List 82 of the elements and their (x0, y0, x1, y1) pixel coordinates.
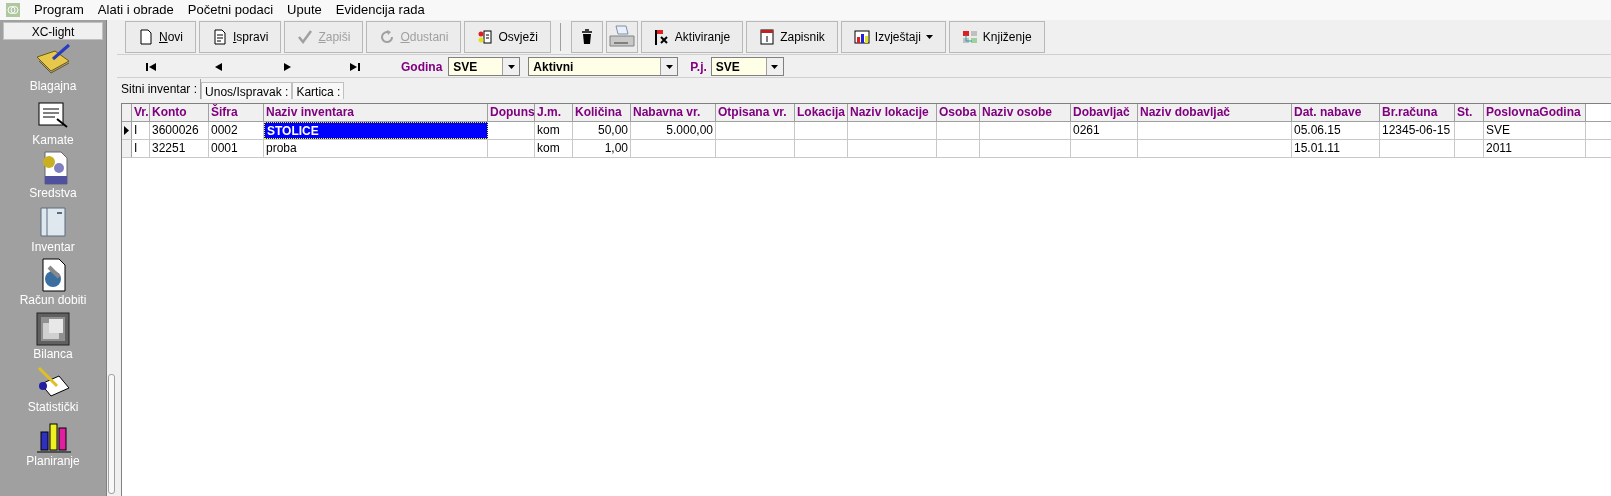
column-header[interactable]: Konto (150, 104, 209, 121)
column-header[interactable]: Otpisana vr. (716, 104, 795, 121)
sidebar-title: XC-light (3, 22, 103, 40)
app-logo-icon (6, 3, 20, 17)
activate-button[interactable]: Aktiviranje (640, 21, 744, 53)
page-icon (138, 29, 154, 45)
column-header[interactable]: Lokacija (795, 104, 848, 121)
menu-item[interactable]: Evidencija rada (335, 0, 425, 20)
table-cell: 05.06.15 (1292, 122, 1380, 139)
table-cell: STOLICE (264, 122, 488, 139)
table-cell: SVE (1484, 122, 1586, 139)
column-header[interactable]: Naziv osobe (980, 104, 1071, 121)
column-header[interactable]: Šifra (209, 104, 264, 121)
current-row-icon (124, 126, 129, 135)
document-icon (212, 29, 228, 45)
calendar-icon (759, 29, 776, 45)
table-cell: I (132, 122, 150, 139)
table-cell: 3600026 (150, 122, 209, 139)
table-cell: 2011 (1484, 140, 1586, 157)
column-header[interactable]: Osoba (937, 104, 980, 121)
table-cell: 0001 (209, 140, 264, 157)
table-cell: kom (535, 122, 573, 139)
column-header[interactable]: Naziv inventara (264, 104, 488, 121)
column-header[interactable]: St. (1455, 104, 1484, 121)
menu-item[interactable]: Program (34, 0, 84, 20)
column-header[interactable]: Vr. (132, 104, 150, 121)
chart-icon (853, 29, 870, 45)
column-header[interactable]: PoslovnaGodina (1484, 104, 1586, 121)
dropdown-arrow-icon (507, 64, 515, 69)
unit-label: P.j. (690, 58, 707, 76)
column-header[interactable]: Nabavna vr. (631, 104, 716, 121)
undo-icon (379, 29, 396, 45)
status-select[interactable]: Aktivni (528, 57, 679, 76)
previous-icon (214, 62, 224, 71)
column-header[interactable]: Količina (573, 104, 631, 121)
column-header[interactable]: Naziv lokacije (848, 104, 937, 121)
reports-button[interactable]: Izvještaji (840, 21, 946, 53)
table-cell: proba (264, 140, 488, 157)
refresh-icon (477, 29, 494, 45)
dropdown-arrow-icon (771, 64, 779, 69)
scrollbar-thumb[interactable] (108, 374, 115, 494)
table-cell: 32251 (150, 140, 209, 157)
column-header[interactable]: Dobavljač (1071, 104, 1138, 121)
table-cell: kom (535, 140, 573, 157)
menu-item[interactable]: Početni podaci (187, 0, 274, 20)
dropdown-arrow-icon (665, 64, 673, 69)
table-cell: 0261 (1071, 122, 1138, 139)
table-cell: 1,00 (573, 140, 631, 157)
last-record-icon (350, 62, 360, 71)
row-selector[interactable] (122, 122, 132, 139)
year-label: Godina (401, 58, 443, 76)
unit-select[interactable]: SVE (710, 57, 784, 76)
table-cell: 12345-06-15 (1380, 122, 1455, 139)
column-header[interactable]: Naziv dobavljač (1138, 104, 1292, 121)
caret-icon (925, 35, 933, 39)
tab[interactable]: Unos/Ispravak : (201, 82, 293, 99)
menu-item[interactable]: Upute (287, 0, 322, 20)
trash-button[interactable] (570, 21, 603, 53)
table-cell: 15.01.11 (1292, 140, 1380, 157)
printer-icon (607, 24, 636, 50)
table-cell: 50,00 (573, 122, 631, 139)
ledger-icon (961, 29, 978, 45)
booking-button[interactable]: Knjiženje (948, 21, 1045, 53)
column-header[interactable]: Br.računa (1380, 104, 1455, 121)
frames-icon (33, 310, 73, 347)
tab[interactable]: Sitni inventar : (118, 79, 202, 99)
edit-button[interactable]: Ispravi (199, 21, 282, 53)
tab[interactable]: Kartica : (292, 82, 345, 99)
table-cell: I (132, 140, 150, 157)
column-header[interactable]: Dopuns (488, 104, 535, 121)
flag-icon (653, 29, 670, 45)
year-select[interactable]: SVE (448, 57, 521, 76)
next-icon (282, 62, 292, 71)
menu-item[interactable]: Alati i obrade (97, 0, 174, 20)
calendar-button[interactable]: Zapisnik (746, 21, 838, 53)
column-header[interactable]: J.m. (535, 104, 573, 121)
table-cell: 5.000,00 (631, 122, 716, 139)
first-record-icon (146, 62, 156, 71)
refresh-button[interactable]: Osvježi (464, 21, 551, 53)
checkmark-icon (297, 29, 314, 45)
new-button[interactable]: Novi (125, 21, 196, 53)
column-header[interactable]: Dat. nabave (1292, 104, 1380, 121)
